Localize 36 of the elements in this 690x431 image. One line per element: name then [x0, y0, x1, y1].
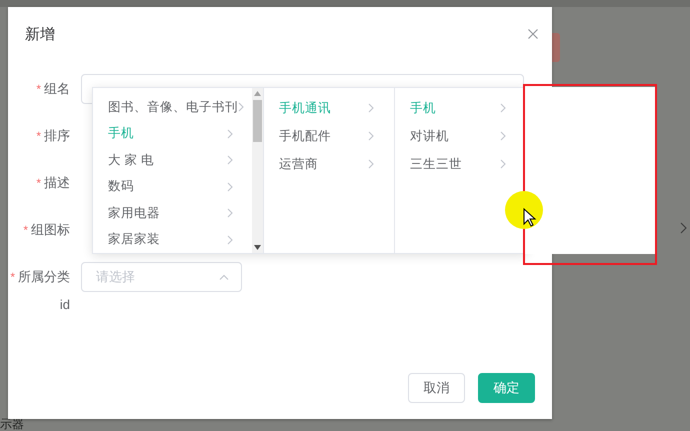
- chevron-right-icon: [500, 131, 506, 141]
- scroll-down-icon[interactable]: [254, 245, 261, 250]
- menu-item[interactable]: 图书、音像、电子书刊: [93, 94, 263, 120]
- chevron-right-icon: [227, 234, 233, 245]
- menu-item[interactable]: 对讲机: [395, 122, 526, 150]
- chevron-right-icon: [227, 155, 233, 166]
- field-label: * 描述: [35, 174, 71, 192]
- menu-item[interactable]: 三生三世: [395, 150, 526, 178]
- cancel-button[interactable]: 取消: [408, 373, 465, 403]
- field-label: * 所属分类: [9, 268, 71, 286]
- menu-item[interactable]: 数码: [93, 174, 263, 200]
- scroll-up-icon[interactable]: [254, 91, 261, 96]
- field-label: * 排序: [35, 127, 71, 145]
- menu-item[interactable]: 家用电器: [93, 200, 263, 226]
- chevron-right-icon: [227, 182, 233, 192]
- menu-item[interactable]: 家居家装: [93, 226, 263, 253]
- menu-item[interactable]: 大 家 电: [93, 147, 263, 174]
- scrollbar[interactable]: [252, 88, 263, 253]
- menu-item[interactable]: 手机配件: [264, 122, 394, 150]
- dialog-title: 新增: [25, 24, 55, 44]
- chevron-right-icon: [368, 159, 374, 169]
- chevron-right-icon: [680, 222, 688, 234]
- scroll-thumb[interactable]: [253, 100, 262, 142]
- chevron-right-icon: [368, 103, 374, 113]
- chevron-right-icon: [500, 159, 506, 169]
- chevron-right-icon: [500, 103, 506, 113]
- chevron-right-icon: [227, 208, 233, 218]
- menu-item[interactable]: 运营商: [264, 150, 394, 178]
- placeholder-text: 请选择: [96, 268, 135, 286]
- field-label: * 组图标: [22, 221, 71, 239]
- field-label: id: [58, 296, 71, 312]
- close-icon[interactable]: [528, 29, 538, 39]
- field-label: * 组名: [35, 80, 71, 98]
- chevron-right-icon: [238, 102, 244, 112]
- chevron-right-icon: [227, 128, 233, 139]
- chevron-right-icon: [368, 131, 374, 141]
